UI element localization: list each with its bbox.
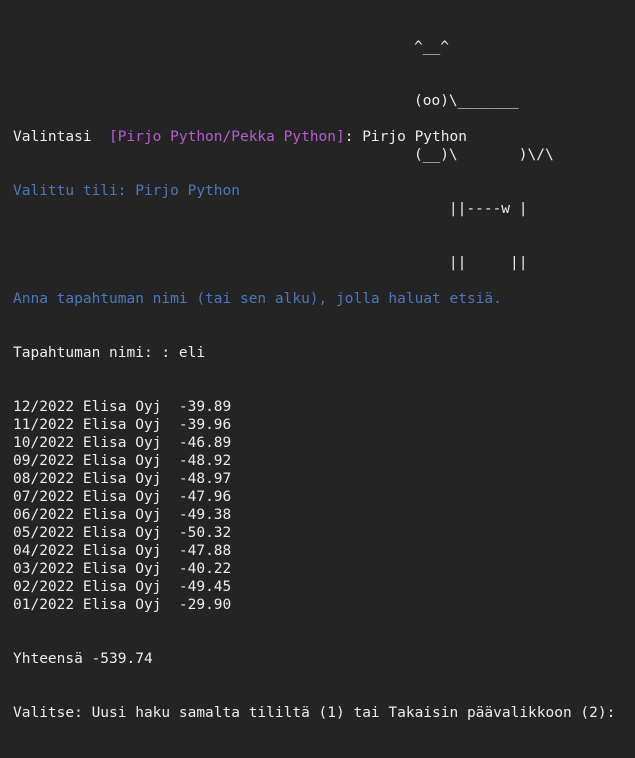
result-month: 08/2022	[13, 471, 75, 487]
result-amount: -47.88	[178, 543, 232, 559]
result-name: Elisa Oyj	[82, 399, 162, 415]
result-amount: -39.96	[178, 417, 232, 433]
result-row: 10/2022 Elisa Oyj -46.89	[13, 434, 615, 452]
results-list: 12/2022 Elisa Oyj -39.89 11/2022 Elisa Oy…	[13, 398, 615, 614]
result-month: 07/2022	[13, 489, 75, 505]
prompt-separator: :	[344, 129, 363, 145]
search-instruction-text: Anna tapahtuman nimi (tai sen alku), jol…	[13, 291, 502, 307]
result-amount: -48.92	[178, 453, 232, 469]
search-input-value: eli	[178, 345, 206, 361]
result-name: Elisa Oyj	[82, 507, 162, 523]
result-month: 06/2022	[13, 507, 75, 523]
prompt-answer: Pirjo Python	[362, 129, 467, 145]
result-row: 07/2022 Elisa Oyj -47.96	[13, 488, 615, 506]
search-input-line: Tapahtuman nimi: : eli	[13, 344, 615, 362]
command-input-line[interactable]: Valitse: Uusi haku samalta tililtä (1) t…	[13, 704, 615, 722]
result-row: 03/2022 Elisa Oyj -40.22	[13, 560, 615, 578]
result-month: 05/2022	[13, 525, 75, 541]
final-prompt-text: Valitse: Uusi haku samalta tililtä (1) t…	[13, 705, 616, 721]
result-name: Elisa Oyj	[82, 525, 162, 541]
terminal-window[interactable]: ^__^ (oo)\_______ (__)\ )\/\ ||----w | |…	[0, 0, 635, 721]
result-row: 08/2022 Elisa Oyj -48.97	[13, 470, 615, 488]
prompt-label: Valintasi	[13, 129, 110, 145]
result-row: 02/2022 Elisa Oyj -49.45	[13, 578, 615, 596]
result-row: 06/2022 Elisa Oyj -49.38	[13, 506, 615, 524]
result-name: Elisa Oyj	[82, 435, 162, 451]
result-name: Elisa Oyj	[82, 471, 162, 487]
result-month: 01/2022	[13, 597, 75, 613]
result-amount: -48.97	[178, 471, 232, 487]
result-amount: -47.96	[178, 489, 232, 505]
result-row: 01/2022 Elisa Oyj -29.90	[13, 596, 615, 614]
result-name: Elisa Oyj	[82, 561, 162, 577]
selected-account-text: Valittu tili: Pirjo Python	[13, 183, 240, 199]
result-row: 04/2022 Elisa Oyj -47.88	[13, 542, 615, 560]
result-amount: -40.22	[178, 561, 232, 577]
account-prompt-line: Valintasi [Pirjo Python/Pekka Python]: P…	[13, 128, 615, 146]
result-name: Elisa Oyj	[82, 489, 162, 505]
result-name: Elisa Oyj	[82, 579, 162, 595]
result-row: 12/2022 Elisa Oyj -39.89	[13, 398, 615, 416]
result-name: Elisa Oyj	[82, 417, 162, 433]
result-amount: -29.90	[178, 597, 232, 613]
result-name: Elisa Oyj	[82, 543, 162, 559]
search-input-label: Tapahtuman nimi: :	[13, 345, 179, 361]
prompt-options: [Pirjo Python/Pekka Python]	[109, 129, 345, 145]
result-row: 05/2022 Elisa Oyj -50.32	[13, 524, 615, 542]
result-row: 11/2022 Elisa Oyj -39.96	[13, 416, 615, 434]
result-month: 10/2022	[13, 435, 75, 451]
result-amount: -46.89	[178, 435, 232, 451]
result-month: 04/2022	[13, 543, 75, 559]
result-amount: -39.89	[178, 399, 232, 415]
total-text: Yhteensä -539.74	[13, 651, 153, 667]
result-name: Elisa Oyj	[82, 453, 162, 469]
result-name: Elisa Oyj	[82, 597, 162, 613]
result-amount: -49.38	[178, 507, 232, 523]
result-month: 11/2022	[13, 417, 75, 433]
result-month: 03/2022	[13, 561, 75, 577]
result-row: 09/2022 Elisa Oyj -48.92	[13, 452, 615, 470]
result-amount: -50.32	[178, 525, 232, 541]
result-month: 02/2022	[13, 579, 75, 595]
result-amount: -49.45	[178, 579, 232, 595]
result-month: 12/2022	[13, 399, 75, 415]
terminal-output: Valintasi [Pirjo Python/Pekka Python]: P…	[13, 92, 615, 758]
cow-art-line: ^__^	[414, 39, 449, 55]
result-month: 09/2022	[13, 453, 75, 469]
